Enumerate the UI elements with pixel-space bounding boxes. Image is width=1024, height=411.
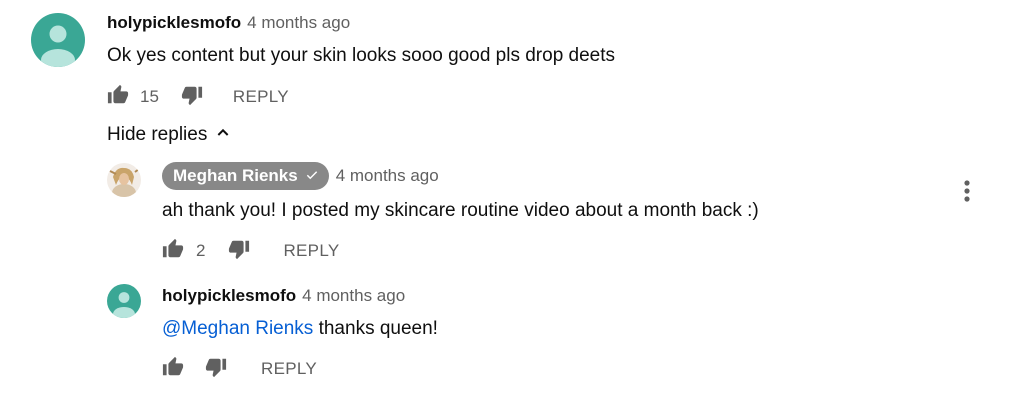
reply-text: thanks queen! xyxy=(313,318,438,339)
like-count: 15 xyxy=(140,87,159,106)
comment-author[interactable]: holypicklesmofo xyxy=(107,13,241,33)
thumbs-down-icon[interactable] xyxy=(205,356,227,383)
checkmark-icon xyxy=(305,168,319,185)
reply-author[interactable]: holypicklesmofo xyxy=(162,286,296,306)
reply-author: Meghan Rienks xyxy=(173,166,298,185)
comment-time[interactable]: 4 months ago xyxy=(247,13,350,33)
like-count: 2 xyxy=(196,241,206,260)
reply-button[interactable]: REPLY xyxy=(261,359,317,379)
reply-avatar[interactable] xyxy=(107,284,141,318)
hide-replies-label: Hide replies xyxy=(107,124,208,145)
reply-button[interactable]: REPLY xyxy=(283,241,339,261)
thumbs-down-icon[interactable] xyxy=(181,84,203,111)
thumbs-up-icon[interactable] xyxy=(162,356,184,383)
thumbs-up-icon[interactable] xyxy=(162,238,184,265)
mention-link[interactable]: @Meghan Rienks xyxy=(162,318,313,339)
chevron-up-icon xyxy=(215,125,231,146)
comment-text: Ok yes content but your skin looks sooo … xyxy=(107,45,616,66)
comment-avatar[interactable] xyxy=(31,13,85,67)
creator-name-badge[interactable]: Meghan Rienks xyxy=(162,162,329,190)
thumbs-down-icon[interactable] xyxy=(228,238,250,265)
creator-avatar[interactable] xyxy=(107,163,141,197)
hide-replies-button[interactable]: Hide replies xyxy=(107,124,231,146)
thumbs-up-icon[interactable] xyxy=(107,84,129,111)
reply-time[interactable]: 4 months ago xyxy=(336,166,439,186)
more-options-icon[interactable] xyxy=(956,178,978,206)
reply-text-line: @Meghan Rienks thanks queen! xyxy=(162,318,438,340)
reply-text: ah thank you! I posted my skincare routi… xyxy=(162,200,759,221)
reply-time[interactable]: 4 months ago xyxy=(302,286,405,306)
reply-button[interactable]: REPLY xyxy=(233,87,289,107)
